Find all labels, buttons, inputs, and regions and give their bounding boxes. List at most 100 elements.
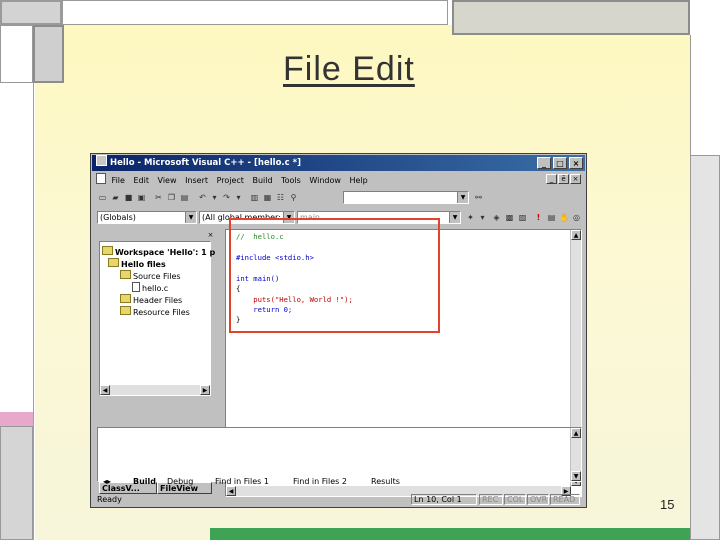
menu-window[interactable]: Window — [309, 176, 341, 185]
save-all-icon[interactable]: ▣ — [136, 192, 147, 203]
folder-icon — [120, 294, 131, 303]
tree-item-source-files[interactable]: Source Files — [120, 270, 181, 281]
undo-icon[interactable]: ↶ — [197, 192, 208, 203]
tab-find-in-files-2[interactable]: Find in Files 2 — [293, 476, 347, 488]
tree-item-header-files[interactable]: Header Files — [120, 294, 182, 305]
read-indicator: READ — [550, 494, 580, 505]
stop-icon[interactable]: ◎ — [571, 212, 582, 223]
folder-icon — [120, 306, 131, 315]
scroll-right-icon[interactable]: ▶ — [200, 385, 210, 395]
window-titlebar[interactable]: Hello - Microsoft Visual C++ - [hello.c … — [92, 155, 585, 171]
tree-label: Workspace 'Hello': 1 p — [115, 248, 216, 257]
decor-box — [0, 25, 33, 83]
decor-box — [0, 426, 33, 540]
open-folder-icon[interactable]: ▰ — [110, 192, 121, 203]
decor-box — [33, 25, 64, 83]
doc-close-button[interactable]: × — [570, 174, 581, 184]
tab-nav-icon[interactable]: ◂▸ — [103, 476, 111, 488]
scroll-left-icon[interactable]: ◀ — [100, 385, 110, 395]
doc-restore-button[interactable]: ē — [558, 174, 569, 184]
find-in-files-icon[interactable]: ⚲ — [288, 192, 299, 203]
tab-build[interactable]: Build — [133, 476, 156, 488]
menu-view[interactable]: View — [158, 176, 177, 185]
copy-icon[interactable]: ❐ — [166, 192, 177, 203]
chevron-down-icon[interactable]: ▼ — [457, 192, 468, 203]
close-icon[interactable]: × — [206, 231, 215, 239]
doc-minimize-button[interactable]: _ — [546, 174, 557, 184]
menu-build[interactable]: Build — [252, 176, 272, 185]
output-pane[interactable]: ▲ ▼ — [97, 427, 582, 482]
ovr-indicator: OVR — [527, 494, 549, 505]
menu-insert[interactable]: Insert — [185, 176, 208, 185]
status-bar: Ready Ln 10, Col 1 REC COL OVR READ — [93, 494, 584, 506]
paste-icon[interactable]: ▤ — [179, 192, 190, 203]
decor-bar — [210, 528, 690, 540]
tree-label: Source Files — [133, 272, 181, 281]
output-vscrollbar[interactable]: ▲ ▼ — [570, 428, 581, 481]
chevron-down-icon[interactable]: ▼ — [185, 212, 196, 223]
window-list-icon[interactable]: ☷ — [275, 192, 286, 203]
decor-box — [690, 35, 720, 155]
tab-debug[interactable]: Debug — [167, 476, 193, 488]
tree-label: hello.c — [142, 284, 169, 293]
go-icon[interactable]: ▤ — [546, 212, 557, 223]
class-combo[interactable]: (Globals) ▼ — [97, 211, 197, 224]
tab-results[interactable]: Results — [371, 476, 400, 488]
workspace-window-icon[interactable]: ▥ — [249, 192, 260, 203]
cut-icon[interactable]: ✂ — [153, 192, 164, 203]
close-button[interactable]: × — [569, 157, 583, 169]
status-text: Ready — [97, 495, 122, 504]
window-title: Hello - Microsoft Visual C++ - [hello.c … — [110, 158, 301, 168]
tree-item-hello-c[interactable]: hello.c — [132, 282, 168, 293]
decor-line — [33, 83, 34, 540]
decor-box — [690, 155, 720, 540]
scroll-up-icon[interactable]: ▲ — [571, 428, 581, 438]
file-tree: Workspace 'Hello': 1 p Hello files Sourc… — [99, 241, 215, 396]
app-icon — [96, 155, 107, 166]
redo-icon[interactable]: ↷ — [221, 192, 232, 203]
chevron-down-icon[interactable]: ▼ — [449, 212, 460, 223]
undo-dropdown-icon[interactable]: ▾ — [209, 192, 220, 203]
menubar: File Edit View Insert Project Build Tool… — [93, 173, 583, 187]
workspace-icon — [102, 246, 113, 255]
tree-item-project[interactable]: Hello files — [108, 258, 166, 269]
tree-item-workspace[interactable]: Workspace 'Hello': 1 p — [102, 246, 215, 257]
standard-toolbar: ▭ ▰ ■ ▣ ✂ ❐ ▤ ↶ ▾ ↷ ▾ ▥ ▦ ☷ ⚲ ▼ ⚯ — [93, 190, 583, 206]
redo-dropdown-icon[interactable]: ▾ — [233, 192, 244, 203]
menu-tools[interactable]: Tools — [281, 176, 301, 185]
decor-box — [452, 0, 690, 35]
compile-icon[interactable]: ◈ — [491, 212, 502, 223]
document-icon[interactable] — [96, 173, 106, 184]
tree-item-resource-files[interactable]: Resource Files — [120, 306, 190, 317]
folder-icon — [120, 270, 131, 279]
build-icon[interactable]: ▩ — [504, 212, 515, 223]
decor-box — [0, 0, 62, 25]
minimize-button[interactable]: _ — [537, 157, 551, 169]
menu-help[interactable]: Help — [349, 176, 367, 185]
maximize-button[interactable]: □ — [553, 157, 567, 169]
code-highlight-box — [229, 218, 440, 333]
tree-label: Resource Files — [133, 308, 190, 317]
save-icon[interactable]: ■ — [123, 192, 134, 203]
slide-number: 15 — [660, 497, 675, 512]
menu-project[interactable]: Project — [217, 176, 244, 185]
new-file-icon[interactable]: ▭ — [97, 192, 108, 203]
find-combo[interactable]: ▼ — [343, 191, 469, 204]
menu-file[interactable]: File — [112, 176, 125, 185]
breakpoint-icon[interactable]: ✋ — [559, 212, 570, 223]
wizard-action-icon[interactable]: ✦ — [465, 212, 476, 223]
rec-indicator: REC — [479, 494, 503, 505]
execute-icon[interactable]: ! — [533, 212, 544, 223]
output-window-icon[interactable]: ▦ — [262, 192, 273, 203]
tree-label: Hello files — [121, 260, 166, 269]
file-icon — [132, 282, 140, 292]
slide-title: File Edit — [283, 50, 415, 88]
tab-find-in-files-1[interactable]: Find in Files 1 — [215, 476, 269, 488]
scroll-up-icon[interactable]: ▲ — [571, 230, 581, 240]
scroll-down-icon[interactable]: ▼ — [571, 471, 581, 481]
find-icon[interactable]: ⚯ — [473, 192, 484, 203]
stop-build-icon[interactable]: ▨ — [517, 212, 528, 223]
tree-hscrollbar[interactable]: ◀ ▶ — [100, 385, 210, 395]
menu-edit[interactable]: Edit — [133, 176, 149, 185]
wizard-dropdown-icon[interactable]: ▾ — [477, 212, 488, 223]
